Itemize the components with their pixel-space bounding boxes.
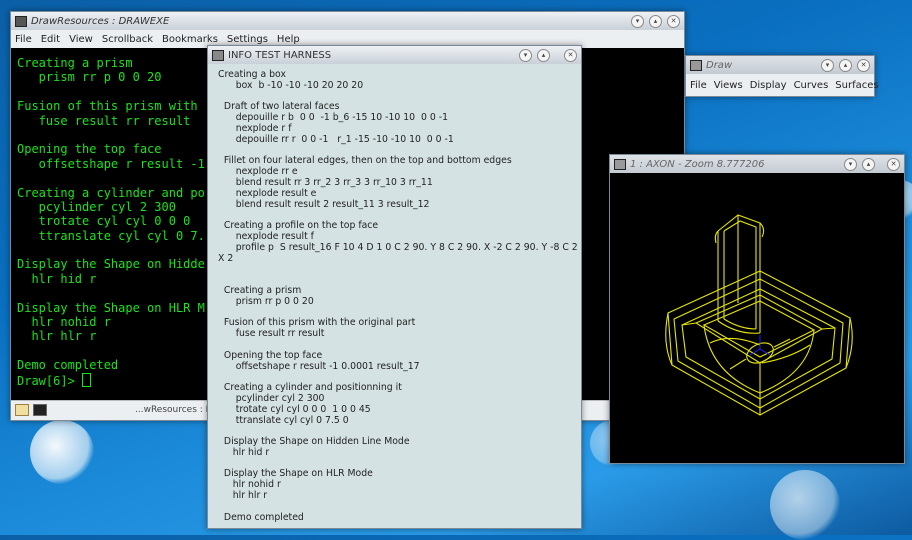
minimize-icon[interactable]: ▾ xyxy=(821,58,834,72)
menu-scrollback[interactable]: Scrollback xyxy=(102,34,153,45)
info-line: trotate cyl cyl 0 0 0 1 0 0 45 xyxy=(218,403,371,415)
info-line: box b -10 -10 -10 20 20 20 xyxy=(218,79,364,91)
info-line: Display the Shape on Hidden Line Mode xyxy=(218,436,410,448)
app-icon xyxy=(614,158,626,170)
info-line: X 2 xyxy=(218,252,234,264)
minimize-icon[interactable]: ▾ xyxy=(844,157,857,171)
text-cursor xyxy=(82,372,92,387)
close-icon[interactable]: ✕ xyxy=(564,48,577,62)
menu-bookmarks[interactable]: Bookmarks xyxy=(162,34,218,45)
menu-surfaces[interactable]: Surfaces xyxy=(835,80,878,91)
window-title: DrawResources : DRAWEXE xyxy=(31,15,170,27)
draw-menubar: File Views Display Curves Surfaces xyxy=(686,74,879,96)
drawexe-titlebar[interactable]: DrawResources : DRAWEXE ▾ ▴ ✕ xyxy=(11,12,684,30)
info-line: hlr hlr r xyxy=(218,490,268,502)
info-line: offsetshape r result -1 0.0001 result_17 xyxy=(218,360,420,372)
maximize-icon[interactable]: ▴ xyxy=(649,14,662,28)
wireframe-view[interactable] xyxy=(610,173,904,463)
menu-edit[interactable]: Edit xyxy=(41,34,60,45)
info-line: profile p S result_16 F 10 4 D 1 0 C 2 9… xyxy=(218,241,581,253)
info-text-panel: Creating a box box b -10 -10 -10 20 20 2… xyxy=(208,64,581,528)
window-title: 1 : AXON - Zoom 8.777206 xyxy=(630,158,765,170)
menu-file[interactable]: File xyxy=(15,34,32,45)
info-line: prism rr p 0 0 20 xyxy=(218,295,314,307)
menu-settings[interactable]: Settings xyxy=(227,34,268,45)
menu-views[interactable]: Views xyxy=(714,80,743,91)
app-icon xyxy=(690,59,702,71)
info-titlebar[interactable]: INFO TEST HARNESS ▾ ▴ ✕ xyxy=(208,46,581,64)
info-line: Opening the top face xyxy=(218,349,323,361)
close-icon[interactable]: ✕ xyxy=(887,157,900,171)
close-icon[interactable]: ✕ xyxy=(667,14,680,28)
menu-help[interactable]: Help xyxy=(277,34,300,45)
info-window[interactable]: INFO TEST HARNESS ▾ ▴ ✕ Creating a box b… xyxy=(207,45,582,529)
wallpaper-bubble xyxy=(770,470,840,540)
menu-curves[interactable]: Curves xyxy=(794,80,829,91)
draw-window[interactable]: Draw ▾ ▴ ✕ File Views Display Curves Sur… xyxy=(685,55,879,97)
axon-titlebar[interactable]: 1 : AXON - Zoom 8.777206 ▾ ▴ ✕ xyxy=(610,155,904,173)
maximize-icon[interactable]: ▴ xyxy=(862,157,875,171)
window-title: INFO TEST HARNESS xyxy=(228,49,332,61)
info-line: nexplode result e xyxy=(218,187,317,199)
terminal-tab[interactable]: ...wResources : D xyxy=(135,405,213,415)
info-line: blend result result 2 result_11 3 result… xyxy=(218,198,430,210)
menu-display[interactable]: Display xyxy=(750,80,787,91)
wallpaper-bubble xyxy=(30,420,94,484)
info-line: depouille rr r 0 0 -1 r_1 -15 -10 -10 10… xyxy=(218,133,454,145)
maximize-icon[interactable]: ▴ xyxy=(537,48,550,62)
info-line: ttranslate cyl cyl 0 7.5 0 xyxy=(218,414,349,426)
new-tab-icon[interactable] xyxy=(15,404,29,416)
axon-window[interactable]: 1 : AXON - Zoom 8.777206 ▾ ▴ ✕ xyxy=(609,154,905,464)
minimize-icon[interactable]: ▾ xyxy=(631,14,644,28)
info-line: hlr nohid r xyxy=(218,479,281,491)
info-line: Demo completed xyxy=(218,511,304,523)
info-line: fuse result rr result xyxy=(218,328,325,340)
close-icon[interactable]: ✕ xyxy=(857,58,870,72)
terminal-icon xyxy=(15,15,27,27)
info-line xyxy=(218,264,571,275)
info-line: hlr hid r xyxy=(218,446,270,458)
terminal-tab-icon[interactable] xyxy=(33,404,47,416)
minimize-icon[interactable]: ▾ xyxy=(519,48,532,62)
window-title: Draw xyxy=(706,59,733,71)
draw-titlebar[interactable]: Draw ▾ ▴ ✕ xyxy=(686,56,874,74)
menu-view[interactable]: View xyxy=(69,34,93,45)
app-icon xyxy=(212,49,224,61)
maximize-icon[interactable]: ▴ xyxy=(839,58,852,72)
menu-file[interactable]: File xyxy=(690,80,707,91)
